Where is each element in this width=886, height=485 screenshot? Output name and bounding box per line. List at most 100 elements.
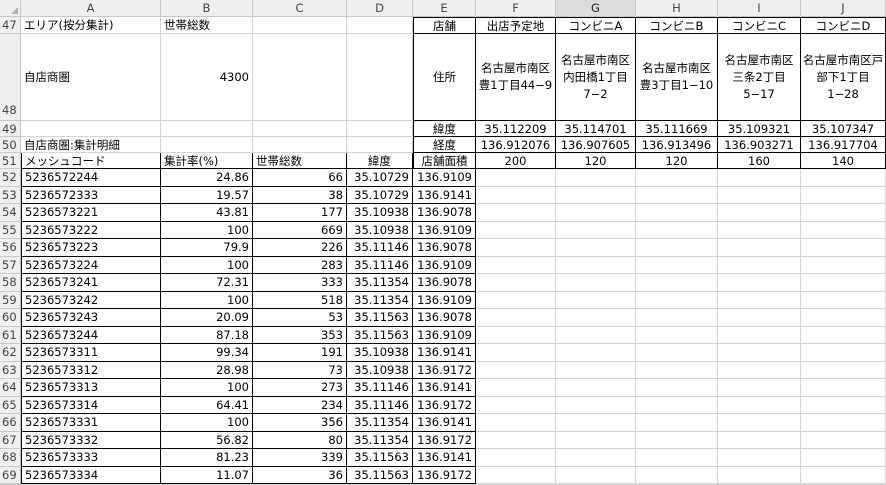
- cell-C56[interactable]: 226: [253, 239, 347, 257]
- cell-G49[interactable]: 35.114701: [556, 121, 636, 137]
- cell-E59[interactable]: 136.9109: [413, 291, 476, 309]
- cell-B65[interactable]: 64.41: [161, 396, 253, 414]
- cell-I62[interactable]: [718, 344, 801, 362]
- cell-A50[interactable]: 自店商圏:集計明細: [21, 137, 161, 153]
- cell-G47[interactable]: コンビニA: [556, 17, 636, 34]
- cell-C66[interactable]: 356: [253, 414, 347, 432]
- cell-A68[interactable]: 5236573333: [21, 449, 161, 467]
- cell-J52[interactable]: [801, 169, 886, 187]
- cell-F65[interactable]: [476, 396, 556, 414]
- cell-J58[interactable]: [801, 274, 886, 292]
- cell-G59[interactable]: [556, 291, 636, 309]
- cell-B47[interactable]: 世帯総数: [161, 17, 253, 34]
- cell-A53[interactable]: 5236572333: [21, 186, 161, 204]
- cell-C52[interactable]: 66: [253, 169, 347, 187]
- spreadsheet[interactable]: A B C D E F G H I J 47 エリア(按分集計) 世帯総数 店舗 出店予定地 コンビニA コンビ…: [0, 0, 886, 485]
- cell-E51[interactable]: 店舗面積: [413, 153, 476, 169]
- row-header-r65[interactable]: 65: [0, 396, 21, 414]
- cell-J61[interactable]: [801, 326, 886, 344]
- cell-I48[interactable]: 名古屋市南区三条2丁目5−17: [718, 34, 801, 121]
- cell-F54[interactable]: [476, 204, 556, 222]
- cell-D53[interactable]: 35.10729: [347, 186, 413, 204]
- cell-H49[interactable]: 35.111669: [636, 121, 718, 137]
- cell-H47[interactable]: コンビニB: [636, 17, 718, 34]
- cell-C47[interactable]: [253, 17, 347, 34]
- cell-B69[interactable]: 11.07: [161, 466, 253, 484]
- cell-A58[interactable]: 5236573241: [21, 274, 161, 292]
- cell-A55[interactable]: 5236573222: [21, 221, 161, 239]
- cell-J66[interactable]: [801, 414, 886, 432]
- cell-E61[interactable]: 136.9109: [413, 326, 476, 344]
- cell-G50[interactable]: 136.907605: [556, 137, 636, 153]
- cell-G56[interactable]: [556, 239, 636, 257]
- cell-F50[interactable]: 136.912076: [476, 137, 556, 153]
- cell-B64[interactable]: 100: [161, 379, 253, 397]
- cell-D68[interactable]: 35.11563: [347, 449, 413, 467]
- cell-G52[interactable]: [556, 169, 636, 187]
- cell-D48[interactable]: [347, 34, 413, 121]
- cell-F52[interactable]: [476, 169, 556, 187]
- cell-J69[interactable]: [801, 466, 886, 484]
- cell-D62[interactable]: 35.10938: [347, 344, 413, 362]
- cell-E57[interactable]: 136.9109: [413, 256, 476, 274]
- cell-I68[interactable]: [718, 449, 801, 467]
- column-header-A[interactable]: A: [21, 0, 161, 17]
- cell-C61[interactable]: 353: [253, 326, 347, 344]
- cell-F64[interactable]: [476, 379, 556, 397]
- cell-A65[interactable]: 5236573314: [21, 396, 161, 414]
- cell-A59[interactable]: 5236573242: [21, 291, 161, 309]
- cell-I61[interactable]: [718, 326, 801, 344]
- cell-C63[interactable]: 73: [253, 361, 347, 379]
- cell-F55[interactable]: [476, 221, 556, 239]
- cell-E64[interactable]: 136.9141: [413, 379, 476, 397]
- row-header-r63[interactable]: 63: [0, 361, 21, 379]
- cell-J67[interactable]: [801, 431, 886, 449]
- cell-J63[interactable]: [801, 361, 886, 379]
- cell-B48[interactable]: 4300: [161, 34, 253, 121]
- cell-D55[interactable]: 35.10938: [347, 221, 413, 239]
- cell-H56[interactable]: [636, 239, 718, 257]
- column-header-J[interactable]: J: [801, 0, 886, 17]
- cell-J50[interactable]: 136.917704: [801, 137, 886, 153]
- cell-A51[interactable]: メッシュコード: [21, 153, 161, 169]
- row-header-r58[interactable]: 58: [0, 274, 21, 292]
- cell-F59[interactable]: [476, 291, 556, 309]
- cell-D47[interactable]: [347, 17, 413, 34]
- row-header-r57[interactable]: 57: [0, 256, 21, 274]
- cell-J65[interactable]: [801, 396, 886, 414]
- row-header-r48[interactable]: 48: [0, 34, 21, 121]
- cell-I47[interactable]: コンビニC: [718, 17, 801, 34]
- cell-D69[interactable]: 35.11563: [347, 466, 413, 484]
- cell-C50[interactable]: [253, 137, 347, 153]
- cell-B54[interactable]: 43.81: [161, 204, 253, 222]
- cell-J49[interactable]: 35.107347: [801, 121, 886, 137]
- cell-H52[interactable]: [636, 169, 718, 187]
- cell-F56[interactable]: [476, 239, 556, 257]
- column-header-E[interactable]: E: [413, 0, 476, 17]
- cell-B55[interactable]: 100: [161, 221, 253, 239]
- cell-D54[interactable]: 35.10938: [347, 204, 413, 222]
- cell-F48[interactable]: 名古屋市南区豊1丁目44−9: [476, 34, 556, 121]
- cell-H51[interactable]: 120: [636, 153, 718, 169]
- cell-H60[interactable]: [636, 309, 718, 327]
- cell-B68[interactable]: 81.23: [161, 449, 253, 467]
- cell-I49[interactable]: 35.109321: [718, 121, 801, 137]
- cell-C62[interactable]: 191: [253, 344, 347, 362]
- cell-J47[interactable]: コンビニD: [801, 17, 886, 34]
- cell-I50[interactable]: 136.903271: [718, 137, 801, 153]
- cell-E58[interactable]: 136.9078: [413, 274, 476, 292]
- cell-E48[interactable]: 住所: [413, 34, 476, 121]
- cell-A57[interactable]: 5236573224: [21, 256, 161, 274]
- cell-E47[interactable]: 店舗: [413, 17, 476, 34]
- cell-J64[interactable]: [801, 379, 886, 397]
- cell-G68[interactable]: [556, 449, 636, 467]
- cell-A47[interactable]: エリア(按分集計): [21, 17, 161, 34]
- cell-F58[interactable]: [476, 274, 556, 292]
- cell-I58[interactable]: [718, 274, 801, 292]
- cell-E53[interactable]: 136.9141: [413, 186, 476, 204]
- cell-F62[interactable]: [476, 344, 556, 362]
- cell-B62[interactable]: 99.34: [161, 344, 253, 362]
- cell-A69[interactable]: 5236573334: [21, 466, 161, 484]
- cell-A60[interactable]: 5236573243: [21, 309, 161, 327]
- cell-A64[interactable]: 5236573313: [21, 379, 161, 397]
